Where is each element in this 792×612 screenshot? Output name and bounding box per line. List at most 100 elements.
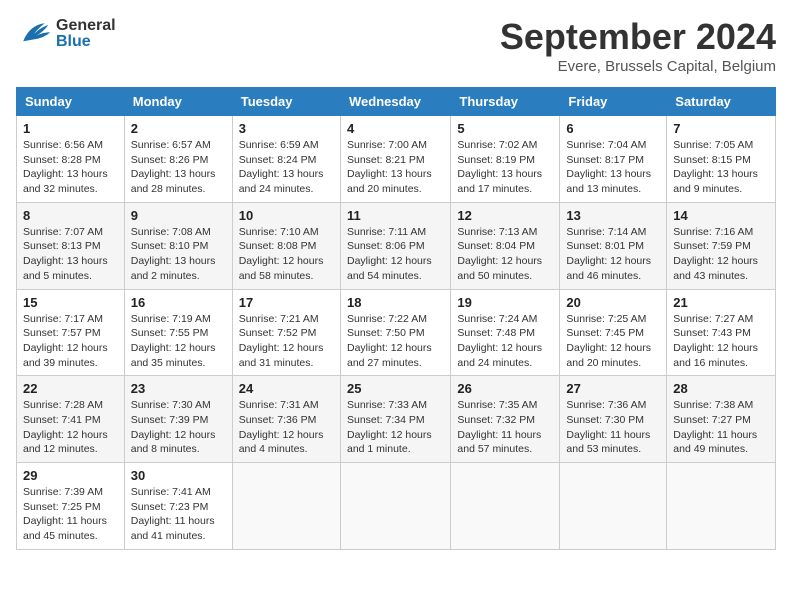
table-row: 11Sunrise: 7:11 AMSunset: 8:06 PMDayligh…: [340, 202, 450, 289]
table-row: 15Sunrise: 7:17 AMSunset: 7:57 PMDayligh…: [17, 289, 125, 376]
day-number: 19: [457, 295, 553, 310]
sunrise: Sunrise: 6:56 AM: [23, 139, 103, 151]
day-number: 11: [347, 208, 444, 223]
table-row: 29Sunrise: 7:39 AMSunset: 7:25 PMDayligh…: [17, 463, 125, 550]
sunrise: Sunrise: 7:24 AM: [457, 313, 537, 325]
sunrise: Sunrise: 7:30 AM: [131, 399, 211, 411]
daylight: Daylight: 11 hours and 41 minutes.: [131, 515, 215, 542]
daylight: Daylight: 13 hours and 9 minutes.: [673, 168, 758, 195]
sunrise: Sunrise: 7:19 AM: [131, 313, 211, 325]
calendar-week-row: 1 Sunrise: 6:56 AMSunset: 8:28 PMDaylight…: [17, 116, 776, 203]
day-number: 1: [23, 121, 118, 136]
sunset: Sunset: 7:48 PM: [457, 327, 535, 339]
calendar-week-row: 15 Sunrise: 7:17 AM Sunset: 7:57 PM Dayligh…: [17, 289, 776, 376]
subtitle: Evere, Brussels Capital, Belgium: [500, 58, 776, 75]
day-info: Sunrise: 7:33 AMSunset: 7:34 PMDaylight:…: [347, 398, 444, 457]
calendar-week-row: 22Sunrise: 7:28 AMSunset: 7:41 PMDayligh…: [17, 376, 776, 463]
table-row: 18Sunrise: 7:22 AMSunset: 7:50 PMDayligh…: [340, 289, 450, 376]
table-row: 5Sunrise: 7:02 AMSunset: 8:19 PMDaylight…: [451, 116, 560, 203]
table-row: 28Sunrise: 7:38 AMSunset: 7:27 PMDayligh…: [667, 376, 776, 463]
day-info: Sunrise: 7:00 AMSunset: 8:21 PMDaylight:…: [347, 138, 444, 197]
sunrise: Sunrise: 7:05 AM: [673, 139, 753, 151]
day-info: Sunrise: 7:14 AMSunset: 8:01 PMDaylight:…: [566, 225, 660, 284]
sunset: Sunset: 8:04 PM: [457, 240, 535, 252]
table-row: 26Sunrise: 7:35 AMSunset: 7:32 PMDayligh…: [451, 376, 560, 463]
daylight: Daylight: 12 hours and 58 minutes.: [239, 255, 324, 282]
daylight: Daylight: 13 hours and 2 minutes.: [131, 255, 216, 282]
daylight: Daylight: 13 hours and 20 minutes.: [347, 168, 432, 195]
sunset: Sunset: 7:50 PM: [347, 327, 425, 339]
sunrise: Sunrise: 7:00 AM: [347, 139, 427, 151]
calendar-week-row: 29Sunrise: 7:39 AMSunset: 7:25 PMDayligh…: [17, 463, 776, 550]
sunset: Sunset: 8:19 PM: [457, 154, 535, 166]
sunset: Sunset: 8:17 PM: [566, 154, 644, 166]
day-number: 13: [566, 208, 660, 223]
day-info: Sunrise: 7:13 AM Sunset: 8:04 PM Daylight:…: [457, 225, 553, 284]
sunset: Sunset: 8:06 PM: [347, 240, 425, 252]
sunrise: Sunrise: 7:38 AM: [673, 399, 753, 411]
sunrise: Sunrise: 7:21 AM: [239, 313, 319, 325]
calendar: Sunday Monday Tuesday Wednesday Thursday…: [16, 87, 776, 550]
day-info: Sunrise: 7:10 AM Sunset: 8:08 PM Daylight:…: [239, 225, 334, 284]
day-info: Sunrise: 7:02 AM Sunset: 8:19 PM Daylight:…: [457, 138, 553, 197]
table-row: 7Sunrise: 7:05 AMSunset: 8:15 PMDaylight…: [667, 116, 776, 203]
table-row: 12 Sunrise: 7:13 AM Sunset: 8:04 PM Dayligh…: [451, 202, 560, 289]
day-info: Sunrise: 7:25 AMSunset: 7:45 PMDaylight:…: [566, 312, 660, 371]
daylight: Daylight: 12 hours and 4 minutes.: [239, 429, 324, 456]
col-friday: Friday: [560, 88, 667, 116]
table-row: [340, 463, 450, 550]
daylight: Daylight: 12 hours and 16 minutes.: [673, 342, 758, 369]
table-row: 6Sunrise: 7:04 AMSunset: 8:17 PMDaylight…: [560, 116, 667, 203]
daylight: Daylight: 12 hours and 50 minutes.: [457, 255, 542, 282]
sunset: Sunset: 8:15 PM: [673, 154, 751, 166]
sunset: Sunset: 7:30 PM: [566, 414, 644, 426]
table-row: 27Sunrise: 7:36 AMSunset: 7:30 PMDayligh…: [560, 376, 667, 463]
logo-text: General Blue: [56, 18, 116, 50]
sunrise: Sunrise: 7:10 AM: [239, 226, 319, 238]
sunset: Sunset: 7:25 PM: [23, 501, 101, 513]
sunset: Sunset: 7:59 PM: [673, 240, 751, 252]
table-row: 21Sunrise: 7:27 AMSunset: 7:43 PMDayligh…: [667, 289, 776, 376]
day-number: 26: [457, 381, 553, 396]
sunset: Sunset: 7:52 PM: [239, 327, 317, 339]
sunrise: Sunrise: 7:02 AM: [457, 139, 537, 151]
day-number: 30: [131, 468, 226, 483]
day-number: 16: [131, 295, 226, 310]
daylight: Daylight: 12 hours and 12 minutes.: [23, 429, 108, 456]
sunrise: Sunrise: 7:31 AM: [239, 399, 319, 411]
daylight: Daylight: 13 hours and 17 minutes.: [457, 168, 542, 195]
sunrise: Sunrise: 7:41 AM: [131, 486, 211, 498]
sunset: Sunset: 7:39 PM: [131, 414, 209, 426]
daylight: Daylight: 12 hours and 8 minutes.: [131, 429, 216, 456]
sunrise: Sunrise: 7:28 AM: [23, 399, 103, 411]
day-number: 15: [23, 295, 118, 310]
sunset: Sunset: 7:41 PM: [23, 414, 101, 426]
col-thursday: Thursday: [451, 88, 560, 116]
table-row: [560, 463, 667, 550]
sunrise: Sunrise: 7:13 AM: [457, 226, 537, 238]
sunset: Sunset: 7:57 PM: [23, 327, 101, 339]
table-row: 20Sunrise: 7:25 AMSunset: 7:45 PMDayligh…: [560, 289, 667, 376]
table-row: 19 Sunrise: 7:24 AM Sunset: 7:48 PM Dayligh…: [451, 289, 560, 376]
day-number: 21: [673, 295, 769, 310]
daylight: Daylight: 12 hours and 20 minutes.: [566, 342, 651, 369]
day-info: Sunrise: 7:31 AMSunset: 7:36 PMDaylight:…: [239, 398, 334, 457]
table-row: 30 Sunrise: 7:41 AM Sunset: 7:23 PM Dayligh…: [124, 463, 232, 550]
daylight: Daylight: 13 hours and 5 minutes.: [23, 255, 108, 282]
sunrise: Sunrise: 7:08 AM: [131, 226, 211, 238]
sunrise: Sunrise: 7:22 AM: [347, 313, 427, 325]
sunset: Sunset: 8:08 PM: [239, 240, 317, 252]
sunset: Sunset: 7:45 PM: [566, 327, 644, 339]
daylight: Daylight: 12 hours and 24 minutes.: [457, 342, 542, 369]
main-title: September 2024: [500, 16, 776, 58]
col-monday: Monday: [124, 88, 232, 116]
day-info: Sunrise: 6:56 AMSunset: 8:28 PMDaylight:…: [23, 138, 118, 197]
calendar-header-row: Sunday Monday Tuesday Wednesday Thursday…: [17, 88, 776, 116]
sunrise: Sunrise: 7:17 AM: [23, 313, 103, 325]
sunset: Sunset: 7:23 PM: [131, 501, 209, 513]
day-number: 25: [347, 381, 444, 396]
table-row: 22Sunrise: 7:28 AMSunset: 7:41 PMDayligh…: [17, 376, 125, 463]
day-number: 14: [673, 208, 769, 223]
day-info: Sunrise: 6:59 AMSunset: 8:24 PMDaylight:…: [239, 138, 334, 197]
day-number: 12: [457, 208, 553, 223]
